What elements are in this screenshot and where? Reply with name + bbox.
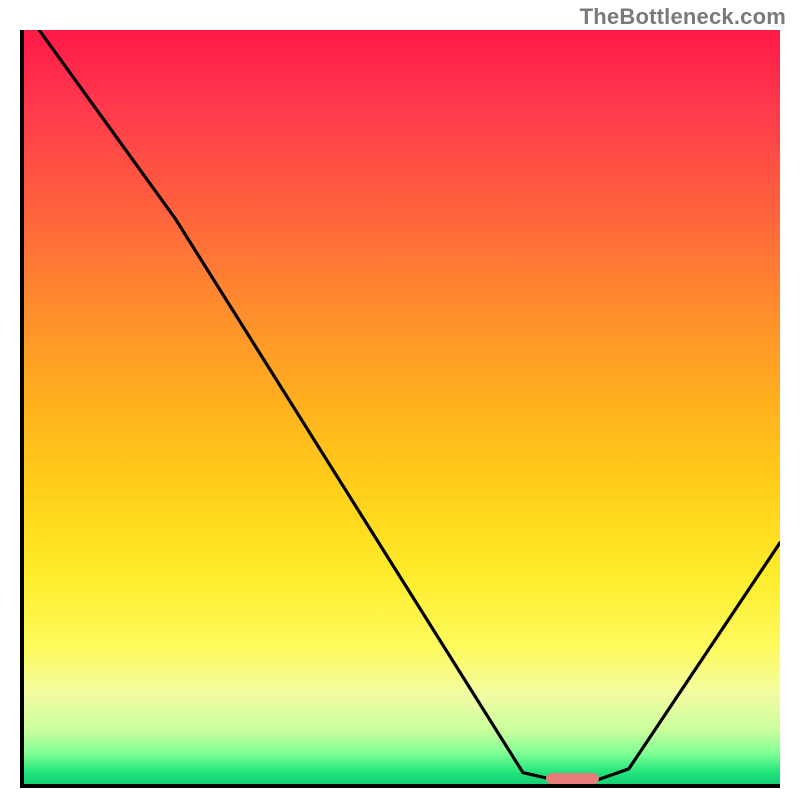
bottleneck-curve — [24, 30, 780, 784]
attribution-text: TheBottleneck.com — [580, 4, 786, 30]
optimal-marker — [546, 773, 599, 784]
chart-plot-area — [20, 30, 780, 788]
